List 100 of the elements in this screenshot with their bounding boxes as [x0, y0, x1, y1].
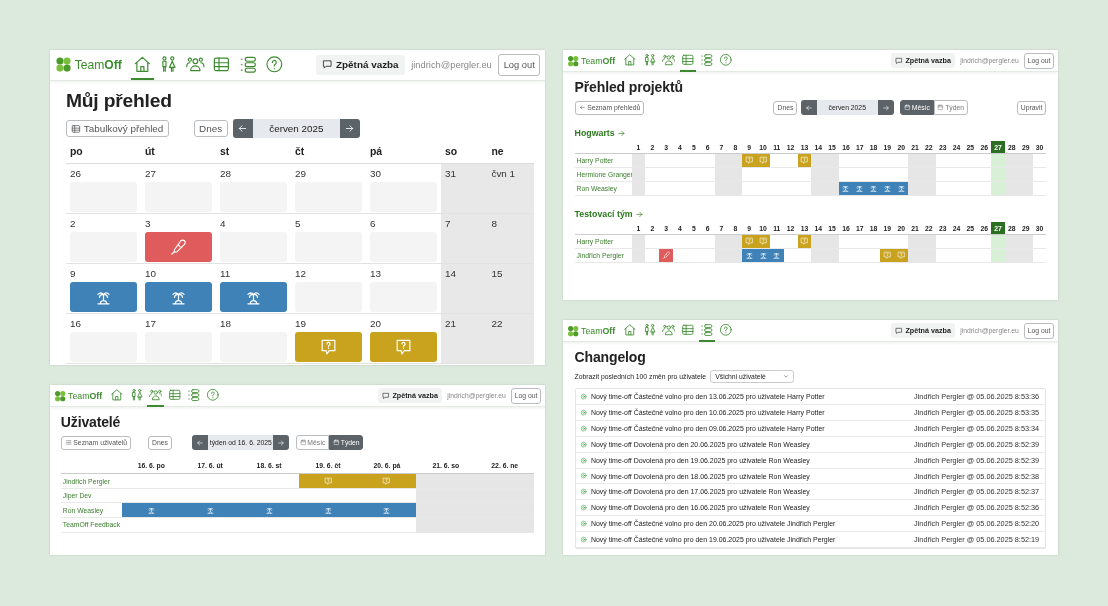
day-number: 7 — [443, 218, 451, 230]
weekday-label: po — [65, 146, 141, 165]
table-view-button[interactable]: Tabulkový přehled — [65, 120, 169, 138]
day-number: 28 — [218, 168, 231, 180]
family-icon — [159, 54, 179, 74]
calendar-icon — [299, 439, 307, 447]
comment-icon — [895, 326, 904, 335]
previous-button[interactable] — [233, 119, 253, 139]
comment-icon — [895, 56, 904, 65]
day-number: 27 — [143, 168, 156, 180]
palm-tree-icon — [264, 505, 274, 515]
day-number: 17 — [143, 318, 156, 330]
day-number: 8 — [490, 218, 497, 230]
weekday-label: út — [140, 146, 216, 165]
table-icon — [212, 54, 231, 74]
question-bubble-icon — [323, 476, 333, 486]
clover-logo-icon — [54, 56, 72, 74]
day-number: 12 — [293, 268, 306, 280]
chevron-down-icon — [782, 373, 789, 381]
family-icon — [129, 387, 144, 402]
home-icon — [133, 54, 152, 74]
logo-text: TeamOff — [74, 57, 122, 72]
palm-tree-icon — [323, 505, 333, 515]
day-number: 26 — [68, 168, 81, 180]
circle-dot-icon — [580, 424, 588, 432]
thermometer-icon — [168, 237, 188, 257]
circle-dot-icon — [580, 392, 588, 401]
table-icon — [71, 123, 82, 134]
next-button[interactable] — [273, 435, 290, 451]
day-number: 15 — [490, 268, 503, 280]
day-number: 31 — [443, 168, 456, 180]
table-icon — [680, 52, 695, 67]
question-bubble-icon — [382, 476, 392, 486]
arrow-left-icon — [237, 123, 249, 135]
table-icon — [680, 322, 695, 337]
day-number: 21 — [443, 318, 456, 330]
next-button[interactable] — [339, 119, 360, 139]
clover-logo-icon — [566, 54, 579, 67]
help-icon — [265, 54, 284, 74]
help-icon — [719, 322, 733, 337]
home-icon — [110, 387, 124, 402]
home-icon — [623, 322, 637, 337]
day-number: 10 — [143, 268, 156, 280]
previous-button[interactable] — [800, 100, 817, 116]
calendar-icon — [332, 439, 340, 447]
calendar-icon — [937, 104, 945, 112]
time-off-block[interactable] — [294, 332, 362, 363]
logo-text: TeamOff — [581, 325, 616, 336]
project-link[interactable]: Hogwarts — [574, 128, 627, 139]
today-button[interactable]: Dnes — [193, 120, 228, 138]
list-icon — [700, 322, 714, 337]
arrow-right-icon — [881, 103, 890, 112]
day-number: 29 — [293, 168, 306, 180]
arrow-right-icon — [617, 128, 627, 138]
list-icon — [64, 439, 72, 447]
day-number: 2 — [68, 218, 76, 230]
arrow-right-icon — [344, 123, 356, 135]
day-number: 4 — [218, 218, 226, 230]
time-off-block[interactable] — [144, 232, 212, 263]
home-icon — [623, 52, 637, 67]
day-number: 9 — [68, 268, 76, 280]
clover-logo-icon — [53, 389, 66, 402]
family-icon — [642, 322, 657, 337]
time-off-block[interactable] — [219, 282, 287, 313]
user-email: jindrich@pergler.eu — [411, 59, 492, 70]
logout-button[interactable]: Log out — [498, 54, 541, 76]
day-number: 18 — [218, 318, 231, 330]
arrow-right-icon — [635, 209, 645, 219]
day-number: čvn 1 — [490, 168, 516, 180]
time-off-block[interactable] — [69, 282, 137, 313]
users-icon — [661, 322, 676, 337]
weekday-label: pá — [365, 146, 441, 165]
day-number: 30 — [368, 168, 381, 180]
day-number: 14 — [443, 268, 456, 280]
family-icon — [642, 52, 657, 67]
weekday-label: čt — [290, 146, 366, 165]
palm-tree-icon — [382, 505, 392, 515]
circle-dot-icon — [580, 472, 588, 480]
page-title: Uživatelé — [60, 414, 122, 431]
project-link[interactable]: Testovací tým — [574, 208, 645, 219]
time-off-block[interactable] — [369, 332, 437, 363]
circle-dot-icon — [580, 535, 588, 544]
weekday-label: st — [215, 146, 291, 165]
palm-tree-icon — [146, 505, 156, 515]
previous-button[interactable] — [192, 435, 209, 451]
help-icon — [719, 52, 733, 67]
arrow-right-icon — [277, 438, 286, 447]
palm-tree-icon — [205, 505, 215, 515]
arrow-left-icon — [196, 438, 205, 447]
list-icon — [700, 52, 714, 67]
circle-dot-icon — [580, 408, 588, 417]
page-title: Přehled projektů — [574, 79, 684, 96]
feedback-button[interactable]: Zpětná vazba — [316, 54, 405, 75]
day-number: 6 — [368, 218, 376, 230]
day-number: 20 — [368, 318, 381, 330]
day-number: 13 — [368, 268, 381, 280]
time-off-block[interactable] — [144, 282, 212, 313]
circle-dot-icon — [580, 504, 588, 512]
clover-logo-icon — [566, 324, 579, 337]
list-icon — [238, 54, 258, 74]
